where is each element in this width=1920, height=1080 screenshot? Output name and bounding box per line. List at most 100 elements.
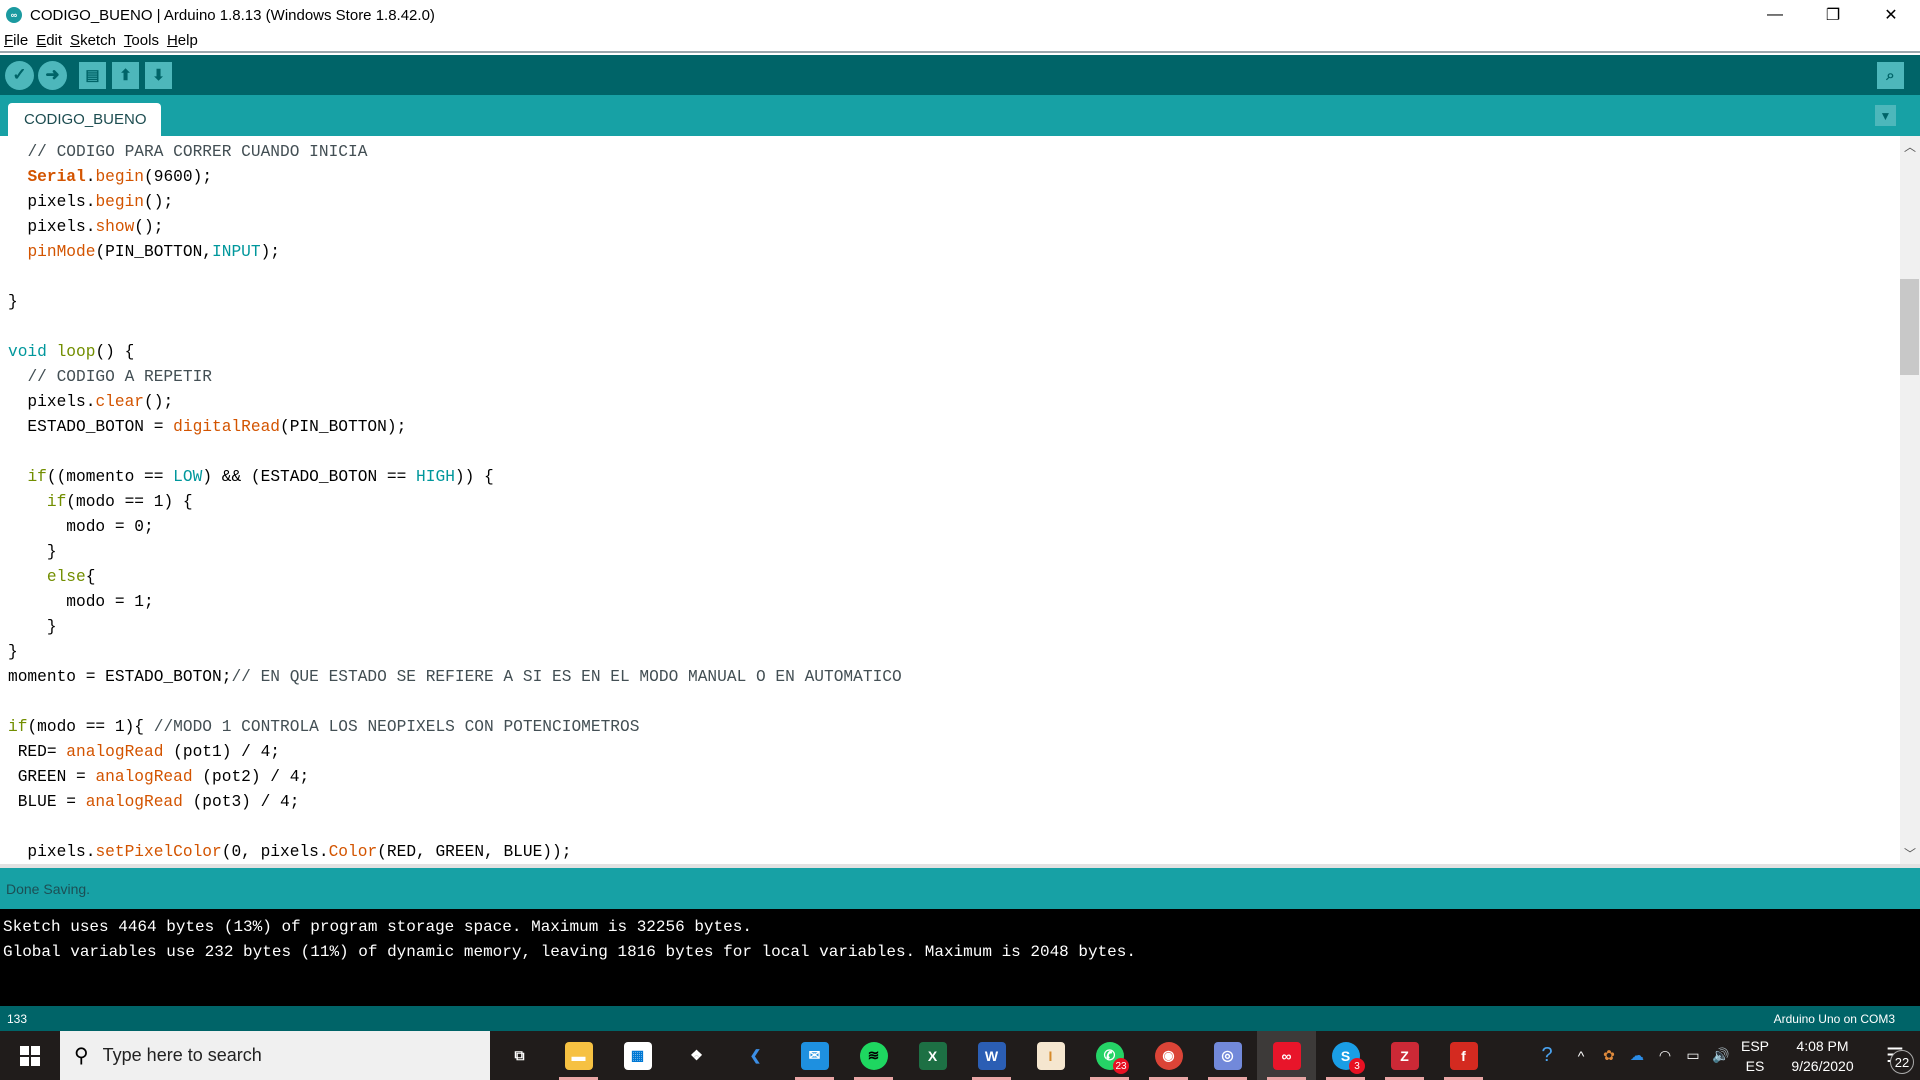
code-line[interactable]: if(modo == 1) { [8, 490, 902, 515]
taskbar-app-microsoft-store[interactable]: ▦ [608, 1031, 667, 1080]
code-editor[interactable]: // CODIGO PARA CORRER CUANDO INICIA Seri… [0, 136, 1920, 864]
code-line[interactable]: modo = 1; [8, 590, 902, 615]
code-line[interactable]: pixels.begin(); [8, 190, 902, 215]
menu-tools[interactable]: Tools [124, 32, 159, 49]
menu-help[interactable]: Help [167, 32, 198, 49]
taskbar-app-whatsapp[interactable]: ✆ 23 [1080, 1031, 1139, 1080]
save-sketch-button[interactable]: ⬇ [145, 61, 172, 89]
code-line[interactable]: pinMode(PIN_BOTTON,INPUT); [8, 240, 902, 265]
code-line[interactable]: pixels.setPixelColor(0, pixels.Color(RED… [8, 840, 902, 864]
open-sketch-button[interactable]: ⬆ [112, 61, 139, 89]
taskbar-app-task-view[interactable]: ⧉ [490, 1031, 549, 1080]
console-line: Sketch uses 4464 bytes (13%) of program … [3, 918, 752, 936]
clock-date: 9/26/2020 [1791, 1057, 1854, 1074]
code-token: () { [95, 343, 135, 361]
verify-button[interactable]: ✓ [5, 60, 34, 90]
code-text[interactable]: // CODIGO PARA CORRER CUANDO INICIA Seri… [8, 140, 902, 864]
code-line[interactable]: ESTADO_BOTON = digitalRead(PIN_BOTTON); [8, 415, 902, 440]
code-token: RED= [8, 743, 67, 761]
taskbar-search-box[interactable]: ⚲ Type here to search [60, 1031, 490, 1080]
action-center-button[interactable]: ☰ 22 [1870, 1031, 1920, 1080]
code-token-fn: analogRead [66, 743, 164, 761]
wifi-icon[interactable]: ◠ [1651, 1031, 1679, 1080]
line-number: 133 [7, 1011, 28, 1026]
taskbar-app-zotero[interactable]: Z [1375, 1031, 1434, 1080]
console-output: Sketch uses 4464 bytes (13%) of program … [0, 909, 1920, 1006]
scroll-thumb[interactable] [1900, 279, 1919, 375]
code-line[interactable]: if(modo == 1){ //MODO 1 CONTROLA LOS NEO… [8, 715, 902, 740]
taskbar-app-chrome[interactable]: ◉ [1139, 1031, 1198, 1080]
menu-file[interactable]: File [4, 32, 28, 49]
code-line[interactable]: // CODIGO PARA CORRER CUANDO INICIA [8, 140, 902, 165]
tab-menu-button[interactable]: ▼ [1875, 105, 1896, 126]
discord-icon: ◎ [1213, 1041, 1242, 1070]
show-hidden-icons-chevron[interactable]: ^ [1567, 1031, 1595, 1080]
taskbar-app-discord[interactable]: ◎ [1198, 1031, 1257, 1080]
taskbar-app-word[interactable]: W [962, 1031, 1021, 1080]
code-line[interactable]: momento = ESTADO_BOTON;// EN QUE ESTADO … [8, 665, 902, 690]
tab-codigo-bueno[interactable]: CODIGO_BUENO [8, 103, 161, 136]
code-line[interactable] [8, 690, 902, 715]
help-icon[interactable]: ? [1527, 1031, 1567, 1080]
code-line[interactable] [8, 815, 902, 840]
code-line[interactable]: } [8, 615, 902, 640]
code-line[interactable] [8, 315, 902, 340]
taskbar-app-inventor[interactable]: I [1021, 1031, 1080, 1080]
scroll-up-arrow-icon[interactable]: ︿ [1900, 138, 1920, 155]
taskbar-app-visual-studio[interactable]: ❮ [726, 1031, 785, 1080]
status-bar: Done Saving. [0, 868, 1920, 909]
menu-edit[interactable]: Edit [36, 32, 62, 49]
editor-scrollbar[interactable]: ︿ ﹀ [1900, 136, 1920, 864]
battery-icon[interactable]: ▭ [1679, 1031, 1707, 1080]
taskbar-apps: ⧉ ▬ ▦ ❖ ❮ ✉ ≋ X W I ✆ 23 ◉ ◎ ∞ S 3 Zf [490, 1031, 1493, 1080]
code-line[interactable] [8, 265, 902, 290]
code-line[interactable]: if((momento == LOW) && (ESTADO_BOTON == … [8, 465, 902, 490]
menu-bar: File Edit Sketch Tools Help [0, 30, 1920, 53]
code-line[interactable]: } [8, 640, 902, 665]
code-line[interactable] [8, 440, 902, 465]
code-line[interactable]: } [8, 290, 902, 315]
serial-monitor-button[interactable]: ⌕ [1877, 62, 1904, 89]
code-line[interactable]: pixels.clear(); [8, 390, 902, 415]
taskbar-app-spotify[interactable]: ≋ [844, 1031, 903, 1080]
code-token: (); [144, 193, 174, 211]
code-line[interactable]: BLUE = analogRead (pot3) / 4; [8, 790, 902, 815]
taskbar-app-skype[interactable]: S3 [1316, 1031, 1375, 1080]
taskbar-app-excel[interactable]: X [903, 1031, 962, 1080]
clock[interactable]: 4:08 PM 9/26/2020 [1775, 1036, 1870, 1076]
minimize-button[interactable]: — [1746, 0, 1804, 30]
taskbar-app-mail[interactable]: ✉ [785, 1031, 844, 1080]
code-line[interactable]: RED= analogRead (pot1) / 4; [8, 740, 902, 765]
taskbar-app-dropbox[interactable]: ❖ [667, 1031, 726, 1080]
start-button[interactable] [0, 1031, 60, 1080]
menu-sketch[interactable]: Sketch [70, 32, 116, 49]
upload-button[interactable]: ➜ [38, 60, 67, 90]
taskbar-app-arduino[interactable]: ∞ [1257, 1031, 1316, 1080]
code-line[interactable]: Serial.begin(9600); [8, 165, 902, 190]
onedrive-icon[interactable]: ☁ [1623, 1031, 1651, 1080]
code-line[interactable]: modo = 0; [8, 515, 902, 540]
code-line[interactable]: } [8, 540, 902, 565]
code-line[interactable]: GREEN = analogRead (pot2) / 4; [8, 765, 902, 790]
scroll-down-arrow-icon[interactable]: ﹀ [1900, 845, 1920, 862]
excel-icon: X [918, 1041, 947, 1070]
volume-icon[interactable]: 🔊 [1707, 1031, 1735, 1080]
code-line[interactable]: else{ [8, 565, 902, 590]
code-line[interactable]: void loop() { [8, 340, 902, 365]
taskbar-app-file-explorer[interactable]: ▬ [549, 1031, 608, 1080]
language-indicator[interactable]: ESP ES [1735, 1036, 1775, 1076]
tray-app-icon[interactable]: ✿ [1595, 1031, 1623, 1080]
taskbar-app-filezilla[interactable]: f [1434, 1031, 1493, 1080]
code-line[interactable]: pixels.show(); [8, 215, 902, 240]
code-token: (modo == 1) { [66, 493, 193, 511]
arduino-icon: ∞ [1272, 1041, 1301, 1070]
close-button[interactable]: ✕ [1862, 0, 1920, 30]
new-sketch-button[interactable]: ▤ [79, 61, 106, 89]
code-token-ctrl: loop [56, 343, 96, 361]
restore-button[interactable]: ❐ [1804, 0, 1862, 30]
code-line[interactable]: // CODIGO A REPETIR [8, 365, 902, 390]
